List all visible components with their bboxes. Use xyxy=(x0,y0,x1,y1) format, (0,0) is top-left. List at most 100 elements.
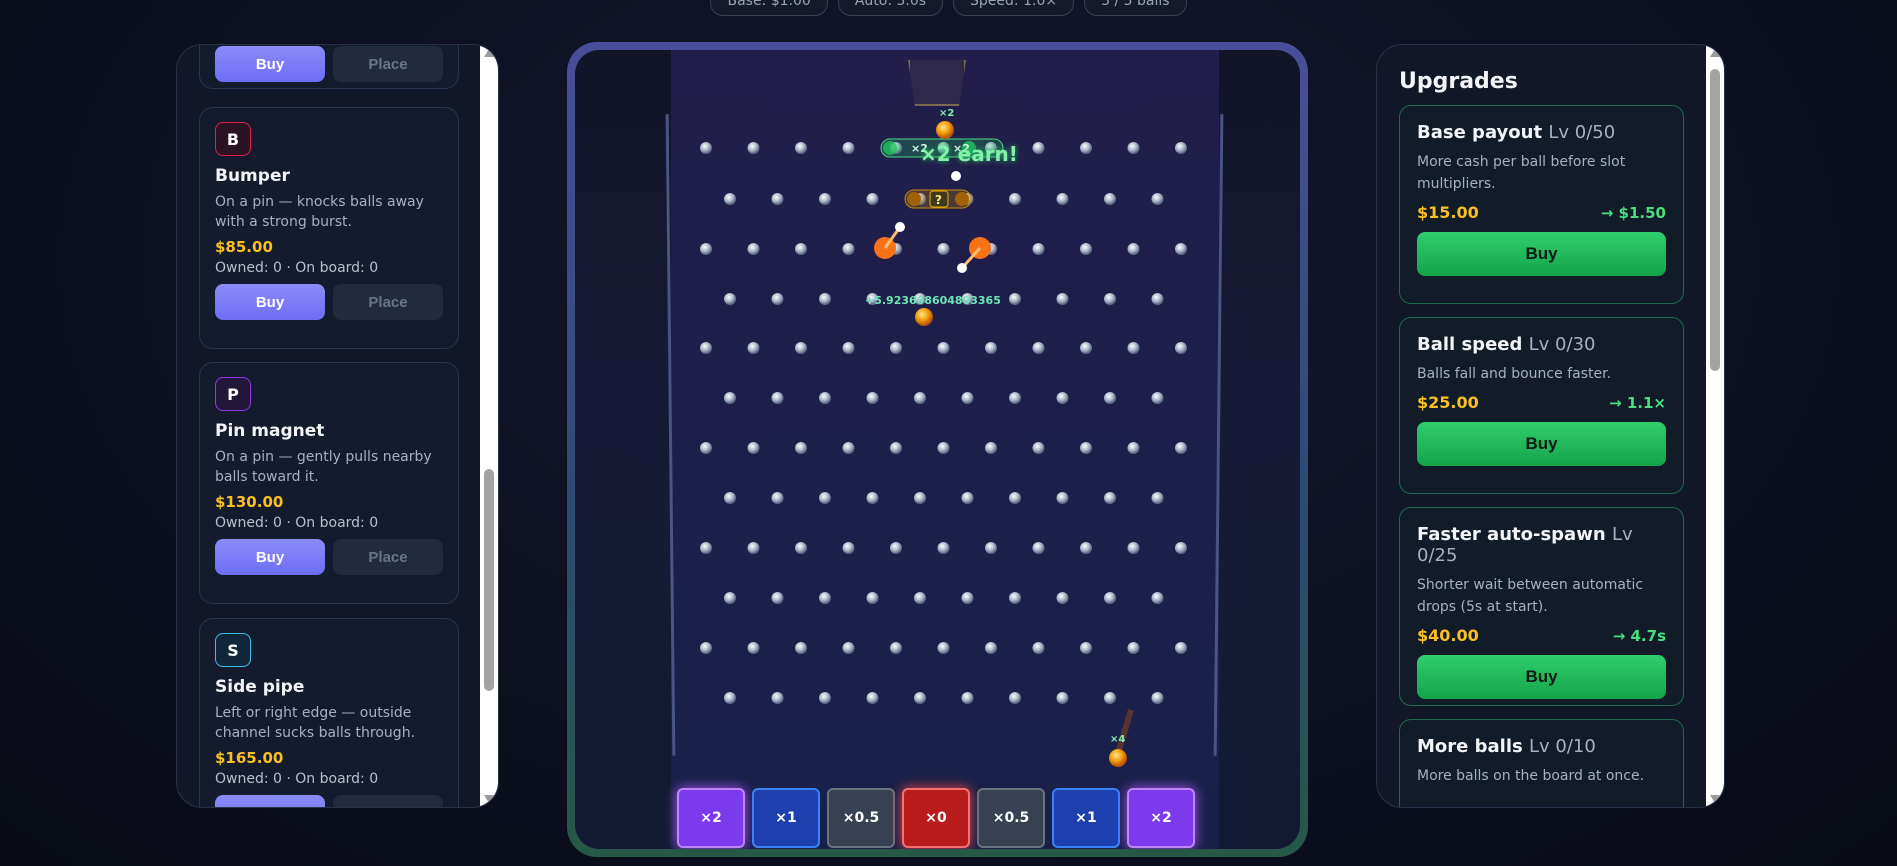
peg[interactable] xyxy=(1080,142,1092,154)
buy-pipe-button[interactable]: Buy xyxy=(215,795,325,807)
peg[interactable] xyxy=(985,342,997,354)
peg[interactable] xyxy=(842,142,855,154)
peg[interactable] xyxy=(771,592,784,604)
peg[interactable] xyxy=(1009,492,1021,504)
peg[interactable] xyxy=(866,492,879,504)
peg[interactable] xyxy=(747,642,760,654)
place-bumper-button[interactable]: Place xyxy=(333,284,443,320)
peg[interactable] xyxy=(842,442,855,454)
peg[interactable] xyxy=(1080,243,1092,255)
peg[interactable] xyxy=(747,542,760,554)
peg[interactable] xyxy=(890,642,902,654)
peg[interactable] xyxy=(1056,692,1069,704)
peg[interactable] xyxy=(1151,392,1164,404)
peg[interactable] xyxy=(914,592,926,604)
peg[interactable] xyxy=(1009,193,1021,205)
peg[interactable] xyxy=(1056,392,1069,404)
peg[interactable] xyxy=(866,592,879,604)
peg[interactable] xyxy=(1056,293,1069,305)
peg[interactable] xyxy=(795,642,807,654)
peg[interactable] xyxy=(1151,492,1164,504)
peg[interactable] xyxy=(1127,342,1140,354)
peg[interactable] xyxy=(771,492,784,504)
peg[interactable] xyxy=(819,592,831,604)
peg[interactable] xyxy=(985,442,997,454)
peg[interactable] xyxy=(700,442,712,454)
peg[interactable] xyxy=(819,392,831,404)
peg[interactable] xyxy=(842,243,855,255)
peg[interactable] xyxy=(771,392,784,404)
peg[interactable] xyxy=(1032,642,1045,654)
peg[interactable] xyxy=(1127,142,1140,154)
peg[interactable] xyxy=(700,542,712,554)
peg[interactable] xyxy=(1175,142,1187,154)
peg[interactable] xyxy=(937,243,950,255)
peg[interactable] xyxy=(866,193,879,205)
peg[interactable] xyxy=(700,342,712,354)
peg[interactable] xyxy=(937,442,950,454)
peg[interactable] xyxy=(1175,542,1187,554)
scroll-up-icon[interactable] xyxy=(484,49,494,57)
tools-scrollbar[interactable] xyxy=(480,45,498,807)
place-button[interactable]: Place xyxy=(333,46,443,82)
peg[interactable] xyxy=(795,243,807,255)
peg[interactable] xyxy=(819,293,831,305)
scroll-down-icon[interactable] xyxy=(484,795,494,803)
buy-magnet-button[interactable]: Buy xyxy=(215,539,325,575)
peg[interactable] xyxy=(1009,293,1021,305)
peg[interactable] xyxy=(1104,692,1116,704)
peg[interactable] xyxy=(842,342,855,354)
peg[interactable] xyxy=(1056,592,1069,604)
peg[interactable] xyxy=(914,492,926,504)
peg[interactable] xyxy=(1009,392,1021,404)
peg[interactable] xyxy=(1104,193,1116,205)
peg[interactable] xyxy=(724,392,736,404)
peg[interactable] xyxy=(937,542,950,554)
peg[interactable] xyxy=(1104,492,1116,504)
place-magnet-button[interactable]: Place xyxy=(333,539,443,575)
peg[interactable] xyxy=(700,642,712,654)
peg[interactable] xyxy=(1080,542,1092,554)
peg[interactable] xyxy=(1032,442,1045,454)
peg[interactable] xyxy=(1151,293,1164,305)
peg[interactable] xyxy=(700,243,712,255)
peg[interactable] xyxy=(1056,492,1069,504)
peg[interactable] xyxy=(914,692,926,704)
buy-base-payout-button[interactable]: Buy xyxy=(1417,232,1666,276)
peg[interactable] xyxy=(1032,342,1045,354)
peg[interactable] xyxy=(1080,642,1092,654)
peg[interactable] xyxy=(937,642,950,654)
peg[interactable] xyxy=(1127,642,1140,654)
peg[interactable] xyxy=(1127,442,1140,454)
buy-ball-speed-button[interactable]: Buy xyxy=(1417,422,1666,466)
peg[interactable] xyxy=(937,342,950,354)
peg[interactable] xyxy=(795,342,807,354)
scroll-thumb[interactable] xyxy=(1710,69,1720,371)
upgrades-panel[interactable]: Upgrades Base payout Lv 0/50 More cash p… xyxy=(1376,44,1725,808)
peg[interactable] xyxy=(747,142,760,154)
buy-auto-spawn-button[interactable]: Buy xyxy=(1417,655,1666,699)
peg[interactable] xyxy=(1151,592,1164,604)
peg[interactable] xyxy=(961,492,974,504)
peg[interactable] xyxy=(724,193,736,205)
peg[interactable] xyxy=(1009,692,1021,704)
peg[interactable] xyxy=(914,392,926,404)
peg[interactable] xyxy=(1032,142,1045,154)
peg[interactable] xyxy=(866,692,879,704)
peg[interactable] xyxy=(1151,692,1164,704)
peg[interactable] xyxy=(771,193,784,205)
scroll-up-icon[interactable] xyxy=(1710,49,1720,57)
peg[interactable] xyxy=(961,692,974,704)
peg[interactable] xyxy=(890,342,902,354)
peg[interactable] xyxy=(1127,542,1140,554)
peg[interactable] xyxy=(1104,592,1116,604)
peg[interactable] xyxy=(961,392,974,404)
peg[interactable] xyxy=(795,542,807,554)
peg[interactable] xyxy=(985,542,997,554)
peg[interactable] xyxy=(961,592,974,604)
peg[interactable] xyxy=(1175,442,1187,454)
peg[interactable] xyxy=(890,542,902,554)
peg[interactable] xyxy=(1056,193,1069,205)
scroll-thumb[interactable] xyxy=(484,469,494,691)
peg[interactable] xyxy=(724,492,736,504)
